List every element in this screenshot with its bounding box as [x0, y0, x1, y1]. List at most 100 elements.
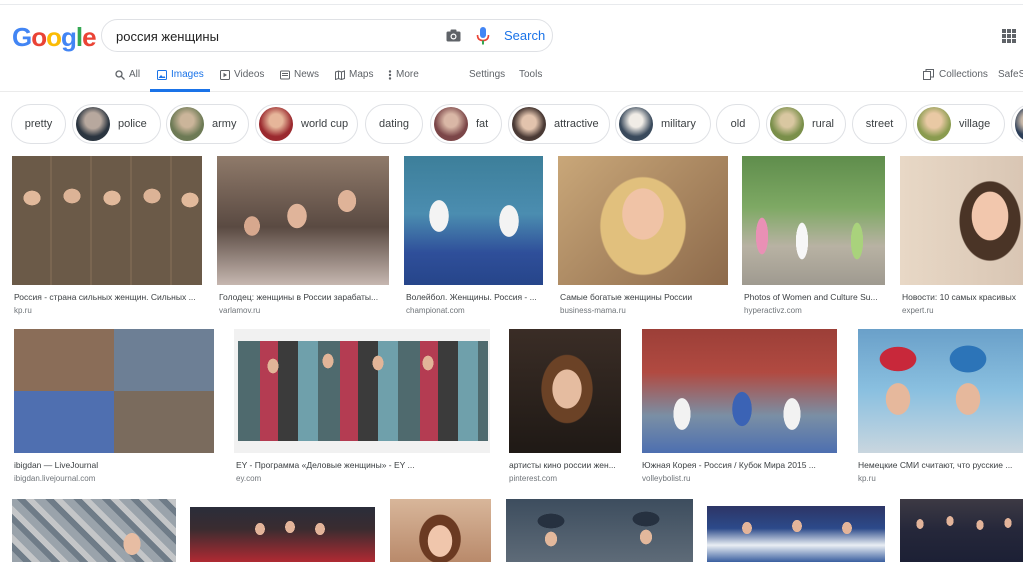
result-caption[interactable]: Немецкие СМИ считают, что русские ...	[858, 460, 1023, 470]
tab-maps[interactable]: Maps	[335, 69, 373, 80]
tab-label: News	[294, 69, 320, 80]
chip-fat[interactable]: fat	[430, 104, 502, 144]
microphone-icon[interactable]	[476, 27, 490, 45]
result-source: varlamov.ru	[219, 306, 261, 315]
result-image[interactable]	[234, 329, 490, 453]
chip-thumbnail	[76, 107, 110, 141]
chip-army[interactable]: army	[166, 104, 249, 144]
result-caption[interactable]: Волейбол. Женщины. Россия - ...	[406, 292, 543, 302]
tab-label: All	[129, 69, 141, 80]
result-caption[interactable]: Photos of Women and Culture Su...	[744, 292, 885, 302]
logo-letter: o	[46, 22, 62, 52]
result-source: business-mama.ru	[560, 306, 626, 315]
more-vert-icon	[388, 69, 392, 80]
result-image[interactable]	[858, 329, 1023, 453]
chip-label: army	[212, 118, 237, 130]
search-tabs: All Images Videos News Maps More Setting…	[0, 62, 1023, 92]
search-input[interactable]: россия женщины	[116, 29, 219, 44]
result-image[interactable]	[506, 499, 693, 562]
chip-thumbnail	[434, 107, 468, 141]
result-image[interactable]	[642, 329, 837, 453]
tab-settings[interactable]: Settings	[469, 69, 505, 80]
chip-police[interactable]: police	[72, 104, 161, 144]
tab-label: Maps	[349, 69, 374, 80]
tab-label: Images	[171, 69, 204, 80]
safesearch-link[interactable]: SafeS	[998, 69, 1023, 80]
result-image[interactable]	[14, 329, 214, 453]
chip-label: pretty	[24, 118, 53, 130]
tab-images[interactable]: Images	[157, 69, 204, 80]
collections-link[interactable]: Collections	[923, 69, 988, 80]
result-image[interactable]	[217, 156, 389, 285]
safesearch-label: SafeS	[998, 69, 1023, 80]
result-caption[interactable]: Самые богатые женщины России	[560, 292, 728, 302]
result-image[interactable]	[12, 156, 202, 285]
map-icon	[335, 69, 345, 80]
result-image[interactable]	[509, 329, 621, 453]
tab-videos[interactable]: Videos	[220, 69, 264, 80]
chip-rural[interactable]: rural	[766, 104, 846, 144]
result-source: volleybolist.ru	[642, 474, 691, 483]
chip-dating[interactable]: dating	[365, 104, 423, 144]
result-caption[interactable]: артисты кино россии жен...	[509, 460, 621, 470]
apps-grid-icon[interactable]	[1002, 29, 1016, 43]
tab-all[interactable]: All	[115, 69, 140, 80]
chip-street[interactable]: street	[852, 104, 907, 144]
result-caption[interactable]: EY - Программа «Деловые женщины» - EY ..…	[236, 460, 490, 470]
active-tab-indicator	[150, 89, 210, 92]
tab-news[interactable]: News	[280, 69, 319, 80]
result-caption[interactable]: ibigdan — LiveJournal	[14, 460, 214, 470]
result-image[interactable]	[558, 156, 728, 285]
chip-label: street	[865, 118, 894, 130]
chip-thumbnail	[917, 107, 951, 141]
result-caption[interactable]: Южная Корея - Россия / Кубок Мира 2015 .…	[642, 460, 837, 470]
search-icon	[115, 69, 125, 80]
result-source: ibigdan.livejournal.com	[14, 474, 96, 483]
tab-label: More	[396, 69, 419, 80]
chip-old[interactable]: old	[716, 104, 760, 144]
chip-thumbnail	[170, 107, 204, 141]
result-caption[interactable]: Голодец: женщины в России зарабаты...	[219, 292, 389, 302]
chip-world-cup[interactable]: world cup	[255, 104, 358, 144]
result-source: championat.com	[406, 306, 465, 315]
result-image[interactable]	[404, 156, 543, 285]
tab-tools[interactable]: Tools	[519, 69, 542, 80]
logo-letter: e	[82, 22, 97, 52]
camera-icon[interactable]	[446, 29, 461, 42]
result-image[interactable]	[900, 499, 1023, 562]
result-caption[interactable]: Россия - страна сильных женщин. Сильных …	[14, 292, 202, 302]
chip-label: world cup	[301, 118, 349, 130]
collections-icon	[923, 69, 934, 80]
chip-thumbnail	[259, 107, 293, 141]
result-image[interactable]	[190, 507, 375, 562]
chip-village[interactable]: village	[913, 104, 1005, 144]
result-image[interactable]	[900, 156, 1023, 285]
chip-label: old	[730, 118, 746, 130]
result-source: kp.ru	[858, 474, 876, 483]
result-source: hyperactivz.com	[744, 306, 802, 315]
logo-letter: g	[61, 22, 77, 52]
result-image[interactable]	[742, 156, 885, 285]
logo-letter: G	[12, 22, 32, 52]
search-button[interactable]: Search	[504, 28, 545, 43]
result-image[interactable]	[390, 499, 491, 562]
chip-attractive[interactable]: attractive	[508, 104, 610, 144]
chip-label: attractive	[554, 118, 599, 130]
result-source: kp.ru	[14, 306, 32, 315]
top-border	[0, 0, 1023, 5]
result-image[interactable]	[12, 499, 176, 562]
search-box[interactable]: россия женщины Search	[101, 19, 553, 52]
tab-label: Settings	[469, 69, 506, 80]
result-source: ey.com	[236, 474, 262, 483]
chip-pretty[interactable]: pretty	[11, 104, 66, 144]
chip-label: fat	[476, 118, 489, 130]
tab-label: Tools	[519, 69, 543, 80]
chip-thumbnail	[770, 107, 804, 141]
tab-more[interactable]: More	[388, 69, 419, 80]
result-caption[interactable]: Новости: 10 самых красивых	[902, 292, 1023, 302]
chip-partial[interactable]	[1011, 104, 1023, 144]
result-source: pinterest.com	[509, 474, 558, 483]
chip-military[interactable]: military	[615, 104, 711, 144]
google-logo[interactable]: Google	[12, 22, 97, 53]
result-image[interactable]	[707, 506, 885, 562]
